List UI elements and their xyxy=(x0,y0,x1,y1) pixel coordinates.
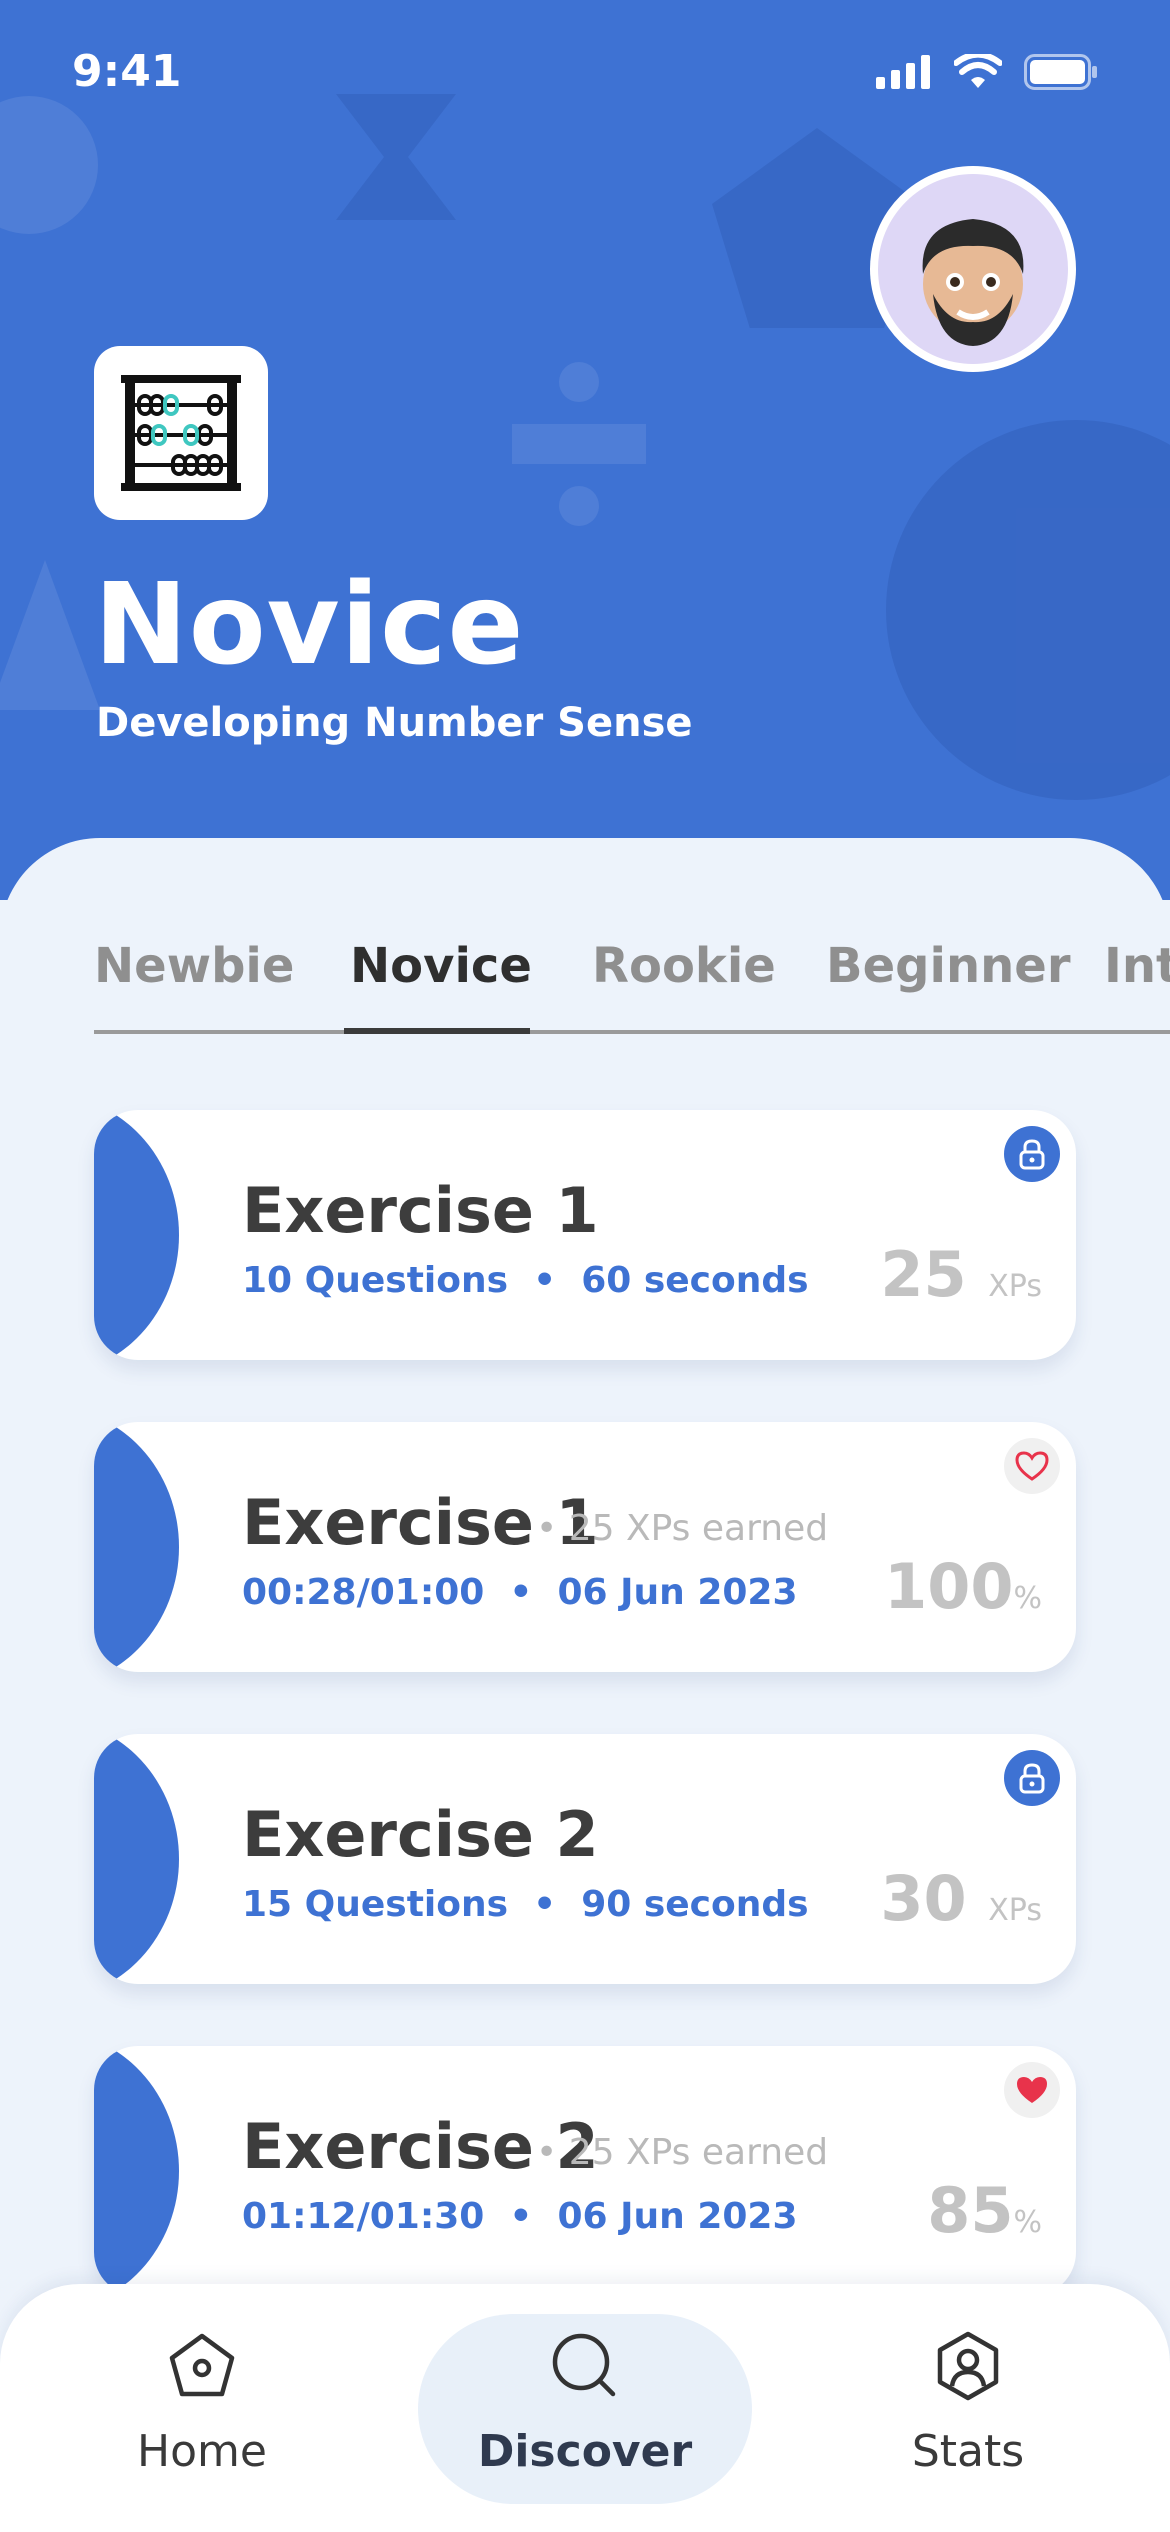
card-accent xyxy=(94,1734,179,1984)
card-value: 30 XPs xyxy=(880,1862,1042,1935)
card-earned-text: 25 XPs earned xyxy=(568,1508,829,1549)
status-icons xyxy=(876,52,1098,92)
tab-novice[interactable]: Novice xyxy=(350,938,532,1034)
card-earned-text: 25 XPs earned xyxy=(568,2132,829,2173)
card-earned: • 25 XPs earned xyxy=(536,2132,829,2173)
card-title: Exercise 2 xyxy=(242,1798,599,1871)
card-value-unit: % xyxy=(1013,1581,1042,1616)
header: 9:41 Novice Developing Number Sense xyxy=(0,0,1170,900)
card-value-number: 25 xyxy=(880,1238,967,1311)
nav-stats-label: Stats xyxy=(911,2426,1025,2477)
decor-divide-dot-bottom xyxy=(559,486,599,526)
card-meta-right: 90 seconds xyxy=(581,1884,809,1925)
card-meta-left: 10 Questions xyxy=(242,1260,509,1301)
card-meta: 10 Questions • 60 seconds xyxy=(242,1260,809,1301)
page-title: Novice xyxy=(94,560,525,690)
exercise-card[interactable]: Exercise 1 • 25 XPs earned 00:28/01:00 •… xyxy=(94,1422,1076,1672)
card-value-number: 100 xyxy=(884,1550,1014,1623)
level-tabs: Newbie Novice Rookie Beginner Intermedia… xyxy=(94,938,1170,1034)
card-meta: 00:28/01:00 • 06 Jun 2023 xyxy=(242,1572,798,1613)
tab-intermediate[interactable]: Intermediate xyxy=(1104,938,1170,1034)
heart-filled-icon[interactable] xyxy=(1004,2062,1060,2118)
exercise-card[interactable]: Exercise 2 • 25 XPs earned 01:12/01:30 •… xyxy=(94,2046,1076,2296)
battery-icon xyxy=(1024,54,1097,90)
exercise-card[interactable]: Exercise 2 15 Questions • 90 seconds 30 … xyxy=(94,1734,1076,1984)
decor-hourglass xyxy=(336,94,456,220)
decor-circle xyxy=(0,96,98,234)
avatar[interactable] xyxy=(870,166,1076,372)
card-accent xyxy=(94,2046,179,2296)
card-value-number: 30 xyxy=(880,1862,967,1935)
wifi-icon xyxy=(954,54,1002,88)
card-meta-left: 15 Questions xyxy=(242,1884,509,1925)
card-value-unit: % xyxy=(1013,2205,1042,2240)
card-meta-left: 00:28/01:00 xyxy=(242,1572,485,1613)
profile-icon xyxy=(937,2331,999,2401)
card-value-unit: XPs xyxy=(988,1269,1042,1304)
lock-icon xyxy=(1004,1126,1060,1182)
decor-triangle xyxy=(0,560,100,710)
tab-newbie[interactable]: Newbie xyxy=(94,938,294,1034)
card-meta-left: 01:12/01:30 xyxy=(242,2196,485,2237)
lock-icon xyxy=(1004,1750,1060,1806)
card-meta: 15 Questions • 90 seconds xyxy=(242,1884,809,1925)
home-icon xyxy=(169,2333,235,2397)
nav-discover[interactable]: Discover xyxy=(465,2284,705,2532)
nav-stats[interactable]: Stats xyxy=(848,2284,1088,2532)
decor-divide-dot-top xyxy=(559,362,599,402)
status-time: 9:41 xyxy=(72,46,182,97)
card-value: 85% xyxy=(927,2174,1042,2247)
signal-icon xyxy=(876,55,930,89)
card-accent xyxy=(94,1422,179,1672)
card-value-number: 85 xyxy=(927,2174,1014,2247)
card-meta: 01:12/01:30 • 06 Jun 2023 xyxy=(242,2196,798,2237)
card-value: 100% xyxy=(884,1550,1042,1623)
card-meta-right: 06 Jun 2023 xyxy=(557,1572,798,1613)
page-subtitle: Developing Number Sense xyxy=(96,700,693,746)
card-meta-right: 06 Jun 2023 xyxy=(557,2196,798,2237)
card-title: Exercise 1 xyxy=(242,1174,599,1247)
nav-home[interactable]: Home xyxy=(82,2284,322,2532)
avatar-icon xyxy=(922,219,1024,346)
nav-home-label: Home xyxy=(137,2426,267,2477)
card-value-unit: XPs xyxy=(988,1893,1042,1928)
decor-divide-bar xyxy=(512,424,646,464)
active-tab-indicator xyxy=(344,1028,530,1034)
nav-discover-label: Discover xyxy=(477,2426,693,2477)
card-meta-right: 60 seconds xyxy=(581,1260,809,1301)
heart-outline-icon[interactable] xyxy=(1004,1438,1060,1494)
content-sheet: Newbie Novice Rookie Beginner Intermedia… xyxy=(0,838,1170,2532)
decor-big-circle xyxy=(886,420,1170,800)
card-accent xyxy=(94,1110,179,1360)
search-icon xyxy=(552,2333,616,2397)
abacus-icon xyxy=(94,346,268,520)
tab-rookie[interactable]: Rookie xyxy=(592,938,776,1034)
tab-beginner[interactable]: Beginner xyxy=(826,938,1071,1034)
card-earned: • 25 XPs earned xyxy=(536,1508,829,1549)
exercise-card[interactable]: Exercise 1 10 Questions • 60 seconds 25 … xyxy=(94,1110,1076,1360)
bottom-nav: Home Discover Stats xyxy=(0,2284,1170,2532)
card-value: 25 XPs xyxy=(880,1238,1042,1311)
